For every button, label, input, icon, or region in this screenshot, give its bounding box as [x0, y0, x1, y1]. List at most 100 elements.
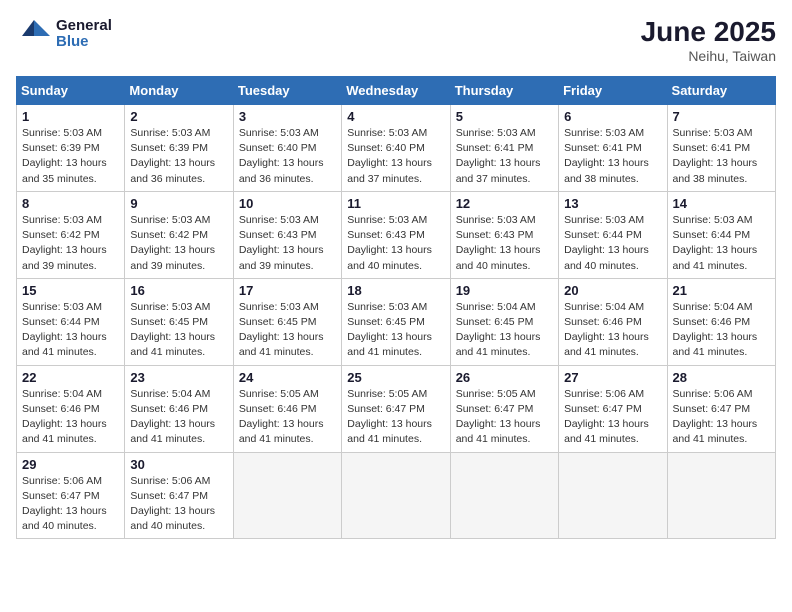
day-cell-19: 19 Sunrise: 5:04 AM Sunset: 6:45 PM Dayl… [450, 278, 558, 365]
day-info-10: Sunrise: 5:03 AM Sunset: 6:43 PM Dayligh… [239, 213, 336, 274]
week-row: 8 Sunrise: 5:03 AM Sunset: 6:42 PM Dayli… [17, 191, 776, 278]
day-cell-6: 6 Sunrise: 5:03 AM Sunset: 6:41 PM Dayli… [559, 105, 667, 192]
day-cell-22: 22 Sunrise: 5:04 AM Sunset: 6:46 PM Dayl… [17, 365, 125, 452]
day-num-19: 19 [456, 283, 553, 298]
day-info-21: Sunrise: 5:04 AM Sunset: 6:46 PM Dayligh… [673, 300, 770, 361]
day-info-17: Sunrise: 5:03 AM Sunset: 6:45 PM Dayligh… [239, 300, 336, 361]
day-num-3: 3 [239, 109, 336, 124]
day-info-20: Sunrise: 5:04 AM Sunset: 6:46 PM Dayligh… [564, 300, 661, 361]
day-num-28: 28 [673, 370, 770, 385]
day-cell-21: 21 Sunrise: 5:04 AM Sunset: 6:46 PM Dayl… [667, 278, 775, 365]
day-info-29: Sunrise: 5:06 AM Sunset: 6:47 PM Dayligh… [22, 474, 119, 535]
day-info-16: Sunrise: 5:03 AM Sunset: 6:45 PM Dayligh… [130, 300, 227, 361]
week-row: 29 Sunrise: 5:06 AM Sunset: 6:47 PM Dayl… [17, 452, 776, 539]
day-cell-17: 17 Sunrise: 5:03 AM Sunset: 6:45 PM Dayl… [233, 278, 341, 365]
day-info-26: Sunrise: 5:05 AM Sunset: 6:47 PM Dayligh… [456, 387, 553, 448]
day-num-20: 20 [564, 283, 661, 298]
day-cell-29: 29 Sunrise: 5:06 AM Sunset: 6:47 PM Dayl… [17, 452, 125, 539]
day-num-12: 12 [456, 196, 553, 211]
day-cell-5: 5 Sunrise: 5:03 AM Sunset: 6:41 PM Dayli… [450, 105, 558, 192]
day-cell-16: 16 Sunrise: 5:03 AM Sunset: 6:45 PM Dayl… [125, 278, 233, 365]
day-cell-11: 11 Sunrise: 5:03 AM Sunset: 6:43 PM Dayl… [342, 191, 450, 278]
day-info-1: Sunrise: 5:03 AM Sunset: 6:39 PM Dayligh… [22, 126, 119, 187]
day-cell-27: 27 Sunrise: 5:06 AM Sunset: 6:47 PM Dayl… [559, 365, 667, 452]
logo-text-blue: Blue [56, 34, 112, 51]
day-num-17: 17 [239, 283, 336, 298]
day-info-6: Sunrise: 5:03 AM Sunset: 6:41 PM Dayligh… [564, 126, 661, 187]
day-num-15: 15 [22, 283, 119, 298]
day-cell-4: 4 Sunrise: 5:03 AM Sunset: 6:40 PM Dayli… [342, 105, 450, 192]
day-num-4: 4 [347, 109, 444, 124]
day-cell-18: 18 Sunrise: 5:03 AM Sunset: 6:45 PM Dayl… [342, 278, 450, 365]
day-num-9: 9 [130, 196, 227, 211]
day-cell-30: 30 Sunrise: 5:06 AM Sunset: 6:47 PM Dayl… [125, 452, 233, 539]
day-cell-28: 28 Sunrise: 5:06 AM Sunset: 6:47 PM Dayl… [667, 365, 775, 452]
day-cell-15: 15 Sunrise: 5:03 AM Sunset: 6:44 PM Dayl… [17, 278, 125, 365]
title-block: June 2025 Neihu, Taiwan [641, 16, 776, 64]
header-sunday: Sunday [17, 77, 125, 105]
empty-cell [667, 452, 775, 539]
day-num-25: 25 [347, 370, 444, 385]
page-header: General Blue June 2025 Neihu, Taiwan [16, 16, 776, 64]
day-info-5: Sunrise: 5:03 AM Sunset: 6:41 PM Dayligh… [456, 126, 553, 187]
day-cell-9: 9 Sunrise: 5:03 AM Sunset: 6:42 PM Dayli… [125, 191, 233, 278]
empty-cell [559, 452, 667, 539]
day-info-23: Sunrise: 5:04 AM Sunset: 6:46 PM Dayligh… [130, 387, 227, 448]
day-num-30: 30 [130, 457, 227, 472]
day-cell-3: 3 Sunrise: 5:03 AM Sunset: 6:40 PM Dayli… [233, 105, 341, 192]
day-num-6: 6 [564, 109, 661, 124]
day-info-25: Sunrise: 5:05 AM Sunset: 6:47 PM Dayligh… [347, 387, 444, 448]
day-num-11: 11 [347, 196, 444, 211]
day-cell-13: 13 Sunrise: 5:03 AM Sunset: 6:44 PM Dayl… [559, 191, 667, 278]
day-num-1: 1 [22, 109, 119, 124]
day-info-22: Sunrise: 5:04 AM Sunset: 6:46 PM Dayligh… [22, 387, 119, 448]
day-num-22: 22 [22, 370, 119, 385]
empty-cell [342, 452, 450, 539]
day-cell-14: 14 Sunrise: 5:03 AM Sunset: 6:44 PM Dayl… [667, 191, 775, 278]
day-info-3: Sunrise: 5:03 AM Sunset: 6:40 PM Dayligh… [239, 126, 336, 187]
header-wednesday: Wednesday [342, 77, 450, 105]
day-info-12: Sunrise: 5:03 AM Sunset: 6:43 PM Dayligh… [456, 213, 553, 274]
header-friday: Friday [559, 77, 667, 105]
empty-cell [450, 452, 558, 539]
logo: General Blue [16, 16, 112, 52]
header-monday: Monday [125, 77, 233, 105]
day-num-29: 29 [22, 457, 119, 472]
day-num-23: 23 [130, 370, 227, 385]
header-saturday: Saturday [667, 77, 775, 105]
day-num-27: 27 [564, 370, 661, 385]
day-info-18: Sunrise: 5:03 AM Sunset: 6:45 PM Dayligh… [347, 300, 444, 361]
day-info-4: Sunrise: 5:03 AM Sunset: 6:40 PM Dayligh… [347, 126, 444, 187]
day-num-21: 21 [673, 283, 770, 298]
day-info-14: Sunrise: 5:03 AM Sunset: 6:44 PM Dayligh… [673, 213, 770, 274]
day-info-8: Sunrise: 5:03 AM Sunset: 6:42 PM Dayligh… [22, 213, 119, 274]
day-info-30: Sunrise: 5:06 AM Sunset: 6:47 PM Dayligh… [130, 474, 227, 535]
day-cell-8: 8 Sunrise: 5:03 AM Sunset: 6:42 PM Dayli… [17, 191, 125, 278]
weekday-header-row: Sunday Monday Tuesday Wednesday Thursday… [17, 77, 776, 105]
day-info-24: Sunrise: 5:05 AM Sunset: 6:46 PM Dayligh… [239, 387, 336, 448]
day-num-10: 10 [239, 196, 336, 211]
logo-text-general: General [56, 18, 112, 35]
month-year-title: June 2025 [641, 16, 776, 48]
day-num-18: 18 [347, 283, 444, 298]
day-cell-24: 24 Sunrise: 5:05 AM Sunset: 6:46 PM Dayl… [233, 365, 341, 452]
day-cell-20: 20 Sunrise: 5:04 AM Sunset: 6:46 PM Dayl… [559, 278, 667, 365]
day-num-7: 7 [673, 109, 770, 124]
day-num-8: 8 [22, 196, 119, 211]
week-row: 22 Sunrise: 5:04 AM Sunset: 6:46 PM Dayl… [17, 365, 776, 452]
day-info-19: Sunrise: 5:04 AM Sunset: 6:45 PM Dayligh… [456, 300, 553, 361]
day-cell-25: 25 Sunrise: 5:05 AM Sunset: 6:47 PM Dayl… [342, 365, 450, 452]
week-row: 15 Sunrise: 5:03 AM Sunset: 6:44 PM Dayl… [17, 278, 776, 365]
day-num-16: 16 [130, 283, 227, 298]
day-num-13: 13 [564, 196, 661, 211]
day-cell-10: 10 Sunrise: 5:03 AM Sunset: 6:43 PM Dayl… [233, 191, 341, 278]
calendar-table: Sunday Monday Tuesday Wednesday Thursday… [16, 76, 776, 539]
day-info-13: Sunrise: 5:03 AM Sunset: 6:44 PM Dayligh… [564, 213, 661, 274]
day-cell-2: 2 Sunrise: 5:03 AM Sunset: 6:39 PM Dayli… [125, 105, 233, 192]
header-tuesday: Tuesday [233, 77, 341, 105]
day-info-9: Sunrise: 5:03 AM Sunset: 6:42 PM Dayligh… [130, 213, 227, 274]
day-cell-23: 23 Sunrise: 5:04 AM Sunset: 6:46 PM Dayl… [125, 365, 233, 452]
day-info-27: Sunrise: 5:06 AM Sunset: 6:47 PM Dayligh… [564, 387, 661, 448]
day-info-7: Sunrise: 5:03 AM Sunset: 6:41 PM Dayligh… [673, 126, 770, 187]
day-info-28: Sunrise: 5:06 AM Sunset: 6:47 PM Dayligh… [673, 387, 770, 448]
